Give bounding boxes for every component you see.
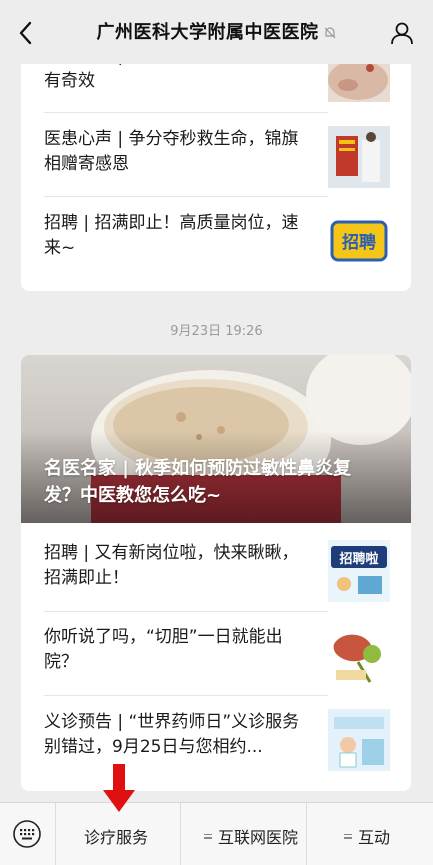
article-title: 招聘 | 招满即止！高质量岗位，速来~ <box>44 213 299 258</box>
menu-separator <box>306 803 307 865</box>
article-title: 义诊预告 | “世界药师日”义诊服务别错过，9月25日与您相约... <box>44 712 300 757</box>
article-title: 医患心声 | 争分夺秒救生命，锦旗相赠寄感恩 <box>44 129 299 174</box>
hero-article[interactable]: 名医名家 | 秋季如何预防过敏性鼻炎复发？中医教您怎么吃~ <box>21 355 411 523</box>
timestamp: 9月23日 19:26 <box>170 324 263 339</box>
article-thumbnail: 招聘 <box>328 210 390 272</box>
submenu-icon <box>344 832 352 841</box>
article-thumbnail: 招聘啦 <box>328 540 390 602</box>
article-row[interactable]: 招聘 | 招满即止！高质量岗位，速来~ 招聘 <box>21 199 411 283</box>
profile-icon[interactable] <box>389 20 415 46</box>
article-row[interactable]: 医患心声 | 争分夺秒救生命，锦旗相赠寄感恩 <box>21 115 411 199</box>
keyboard-icon[interactable] <box>12 819 42 849</box>
submenu-icon <box>204 832 212 841</box>
menu-item-services[interactable]: 诊疗服务 <box>84 824 148 848</box>
menu-item-interaction[interactable]: 互动 <box>344 824 390 848</box>
article-row[interactable]: 你听说了吗，“切胆”一日就能出院？ <box>21 613 411 697</box>
article-title: 你听说了吗，“切胆”一日就能出院？ <box>44 627 283 672</box>
menu-separator <box>180 803 181 865</box>
thumbnail-logo-text: 招聘 <box>342 232 376 253</box>
menu-label: 诊疗服务 <box>84 828 149 847</box>
thumbnail-logo-text: 招聘啦 <box>339 551 378 567</box>
article-row[interactable]: 义诊预告 | “世界药师日”义诊服务别错过，9月25日与您相约... <box>21 698 411 782</box>
article-title: 招聘 | 又有新岗位啦，快来瞅瞅，招满即止！ <box>44 543 299 588</box>
divider <box>44 112 328 113</box>
account-name: 广州医科大学附属中医医院 <box>96 22 319 43</box>
top-nav-bar: 广州医科大学附属中医医院 <box>0 0 433 64</box>
article-row[interactable]: 招聘 | 又有新岗位啦，快来瞅瞅，招满即止！ 招聘啦 <box>21 529 411 613</box>
article-thumbnail <box>328 709 390 771</box>
menu-separator <box>55 803 56 865</box>
article-thumbnail <box>328 126 390 188</box>
mute-bell-icon <box>324 27 335 39</box>
article-card-2: 名医名家 | 秋季如何预防过敏性鼻炎复发？中医教您怎么吃~ 招聘 | 又有新岗位… <box>21 355 411 791</box>
divider <box>44 196 328 197</box>
divider <box>44 611 328 612</box>
red-arrow-icon <box>103 764 135 812</box>
divider <box>44 695 328 696</box>
menu-item-internet-hospital[interactable]: 互联网医院 <box>204 824 298 848</box>
menu-label: 互动 <box>358 828 391 847</box>
menu-label: 互联网医院 <box>218 828 299 847</box>
bottom-menu-bar: 诊疗服务 互联网医院 互动 <box>0 802 433 865</box>
page-title: 广州医科大学附属中医医院 <box>0 18 433 44</box>
hero-title: 名医名家 | 秋季如何预防过敏性鼻炎复发？中医教您怎么吃~ <box>44 458 352 506</box>
article-thumbnail <box>328 624 390 686</box>
